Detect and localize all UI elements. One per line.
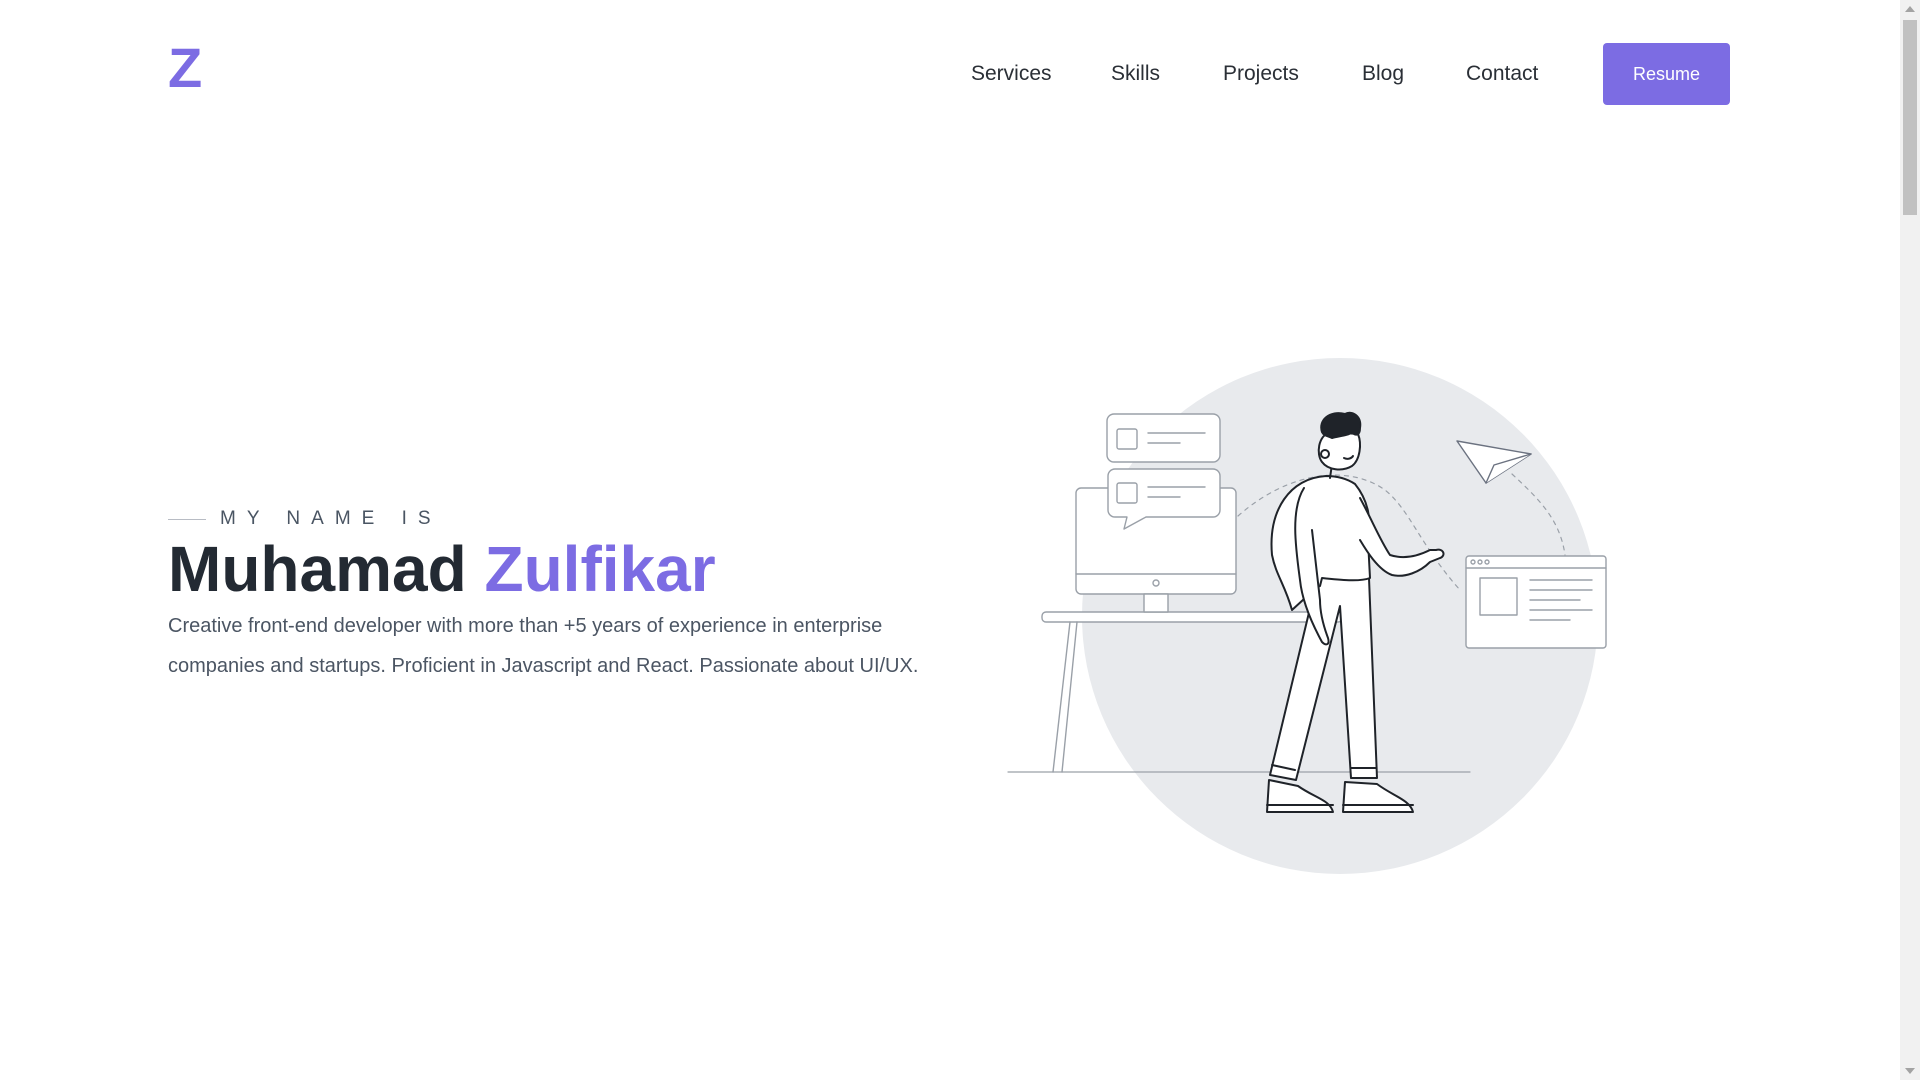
hero-last-name: Zulfikar bbox=[484, 533, 716, 605]
nav-skills[interactable]: Skills bbox=[1111, 62, 1160, 86]
scroll-up-icon[interactable] bbox=[1905, 6, 1915, 12]
browser-window-icon bbox=[1465, 555, 1607, 649]
nav-services[interactable]: Services bbox=[971, 62, 1052, 86]
hero-name: Muhamad Zulfikar bbox=[168, 530, 716, 608]
chat-bubbles bbox=[1106, 413, 1221, 530]
hero-description: Creative front-end developer with more t… bbox=[168, 615, 919, 677]
scroll-thumb[interactable] bbox=[1903, 20, 1917, 215]
hero-illustration bbox=[1007, 358, 1607, 874]
nav-projects[interactable]: Projects bbox=[1223, 62, 1299, 86]
eyebrow-line bbox=[168, 518, 206, 520]
resume-button[interactable]: Resume bbox=[1603, 43, 1730, 105]
scroll-down-icon[interactable] bbox=[1905, 1068, 1915, 1074]
page-scrollbar[interactable] bbox=[1900, 0, 1920, 1080]
logo[interactable]: Z bbox=[168, 40, 202, 96]
eyebrow-text: MY NAME IS bbox=[220, 508, 442, 529]
eyebrow: MY NAME IS bbox=[168, 508, 442, 530]
hero-first-name: Muhamad bbox=[168, 533, 467, 605]
nav-blog[interactable]: Blog bbox=[1362, 62, 1404, 86]
nav-contact[interactable]: Contact bbox=[1466, 62, 1538, 86]
